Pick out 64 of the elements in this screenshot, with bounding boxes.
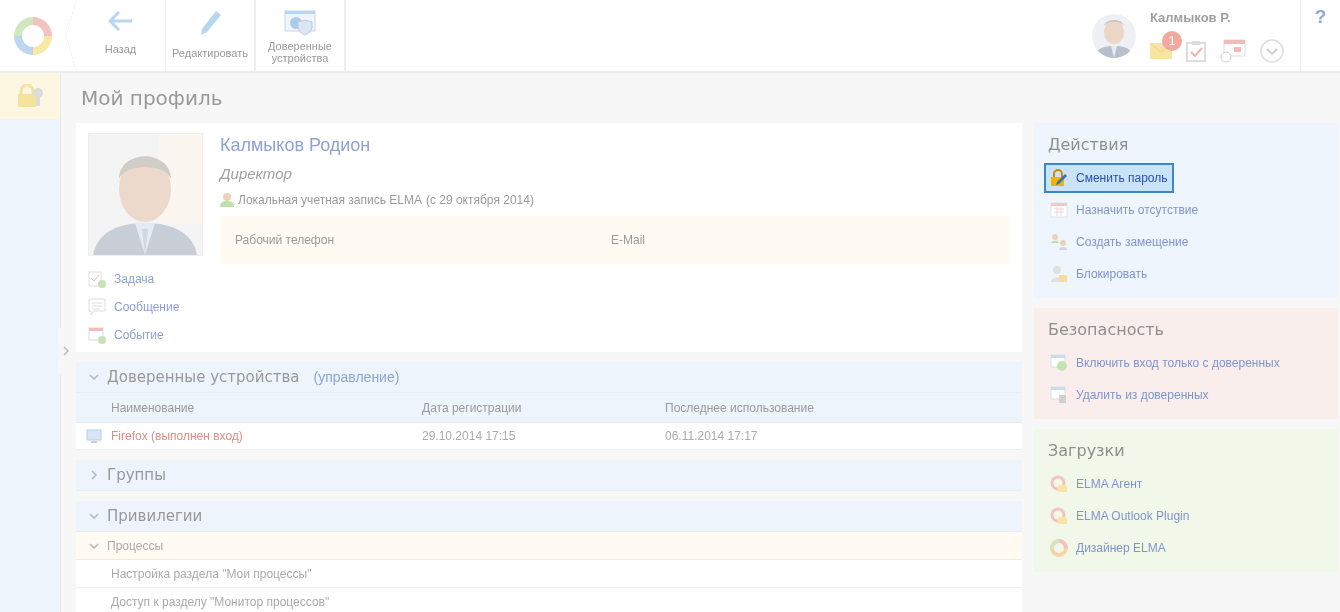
action-link[interactable]: Задача — [88, 270, 220, 288]
table-cell-text: 06.11.2014 17:17 — [665, 429, 759, 443]
privilege-name: Доступ к разделу "Монитор процессов" — [111, 594, 330, 609]
action-link[interactable]: Сообщение — [88, 298, 220, 316]
users-swap-icon — [1050, 233, 1068, 251]
section-header[interactable]: Привилегии — [76, 501, 1022, 532]
category-row[interactable]: Процессы — [76, 532, 1022, 560]
ring-logo-icon — [1050, 539, 1068, 557]
section-title: Привилегии — [107, 507, 203, 525]
task-add-icon — [88, 270, 106, 288]
panel-link[interactable]: Назначить отсутствие — [1044, 198, 1205, 222]
panel-link[interactable]: Создать замещение — [1044, 230, 1195, 254]
back-arrow-icon — [107, 10, 134, 32]
panel-link[interactable]: ELMA Агент — [1044, 472, 1149, 496]
panel-link[interactable]: Блокировать — [1044, 262, 1154, 286]
panel-title: Загрузки — [1048, 441, 1126, 460]
profile-name: Калмыков Родион — [220, 135, 372, 156]
lock-pencil-icon — [1050, 169, 1068, 187]
column-header: Наименование — [111, 400, 196, 415]
calendar-clock-icon[interactable] — [1220, 39, 1246, 63]
ring-mail-icon — [1050, 475, 1068, 493]
panel-link[interactable]: Удалить из доверенных — [1044, 383, 1215, 407]
field-label: Рабочий телефон — [235, 233, 336, 247]
account-type: Локальная учетная запись ELMA — [238, 192, 422, 207]
section-title: Группы — [107, 466, 166, 484]
manage-link[interactable]: (управление) — [313, 369, 400, 385]
lock-key-icon — [16, 84, 44, 108]
panel-link[interactable]: ELMA Outlook Plugin — [1044, 504, 1196, 528]
column-header: Дата регистрации — [422, 400, 523, 415]
page-title: Мой профиль — [80, 85, 224, 112]
category-name: Процессы — [107, 538, 163, 553]
panel-link[interactable]: Дизайнер ELMA — [1044, 536, 1172, 560]
job-title: Директор — [220, 165, 293, 182]
chevron-circle-icon[interactable] — [1260, 39, 1284, 63]
chevron-right-icon — [63, 346, 69, 356]
panel-link[interactable]: Включить вход только с доверенных — [1044, 351, 1286, 375]
user-name: Калмыков Р. — [1150, 10, 1232, 25]
ring-mail-icon — [1050, 507, 1068, 525]
globe-shield-icon — [284, 10, 316, 36]
panel-title: Действия — [1048, 135, 1130, 154]
panel-title: Безопасность — [1048, 320, 1165, 339]
pencil-icon — [198, 10, 222, 36]
clipboard-check-icon[interactable] — [1186, 40, 1206, 62]
column-header: Последнее использование — [665, 400, 815, 415]
notification-badge: 1 — [1162, 31, 1182, 51]
section-header[interactable]: Доверенные устройства (управление) — [76, 362, 1022, 393]
account-date: (с 29 октября 2014) — [425, 192, 534, 207]
window-trash-icon — [1050, 386, 1068, 404]
privilege-name: Настройка раздела "Мои процессы" — [111, 566, 312, 581]
section-title: Доверенные устройства — [107, 368, 300, 386]
window-power-icon — [1050, 354, 1068, 372]
table-cell-text: 29.10.2014 17:15 — [422, 429, 517, 443]
monitor-icon — [85, 428, 102, 444]
sidebar-item[interactable] — [0, 73, 60, 119]
message-icon — [88, 298, 106, 316]
field-label: E-Mail — [611, 233, 646, 247]
device-link[interactable]: Firefox (выполнен вход) — [111, 429, 422, 443]
action-link[interactable]: Событие — [88, 326, 220, 344]
panel-link[interactable]: Сменить пароль — [1044, 163, 1174, 193]
calendar-add-icon — [88, 326, 106, 344]
calendar-icon — [1050, 201, 1068, 219]
user-icon — [220, 192, 234, 207]
user-lock-icon — [1050, 265, 1068, 283]
section-header[interactable]: Группы — [76, 460, 1022, 491]
